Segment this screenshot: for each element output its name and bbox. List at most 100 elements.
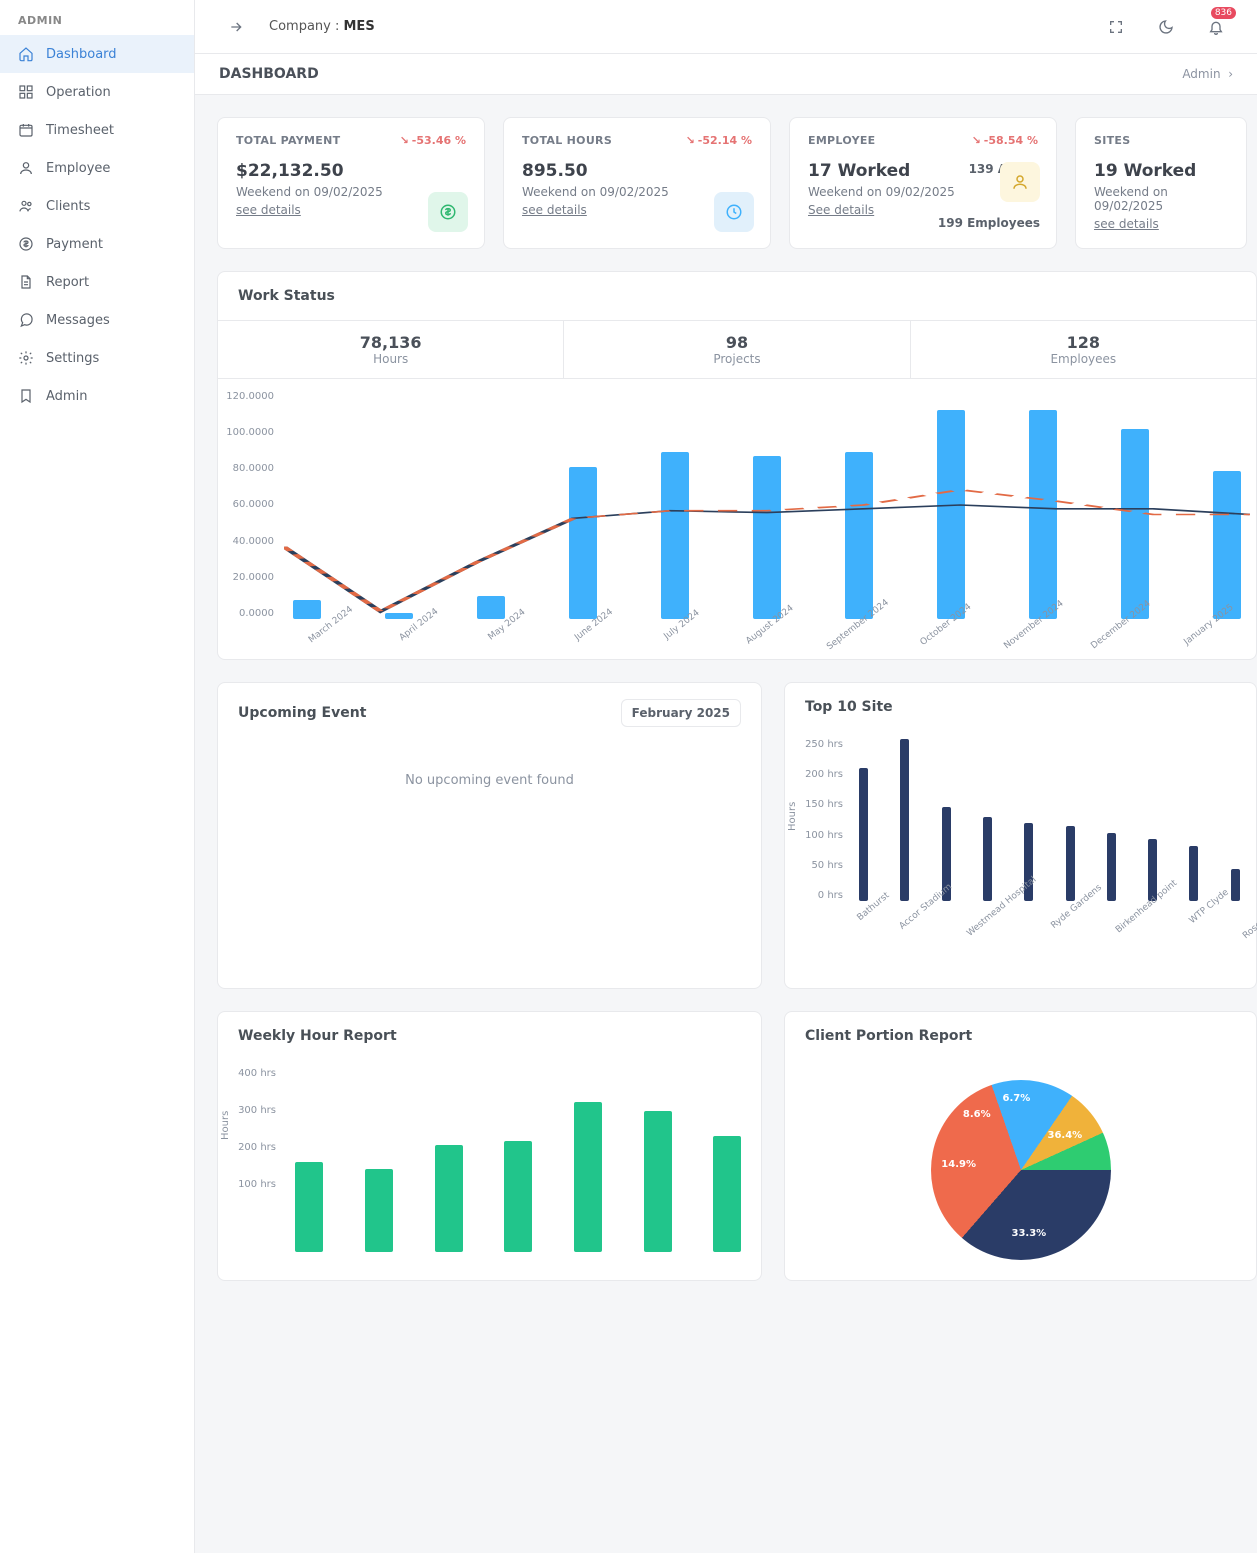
- sidebar-item-label: Settings: [46, 351, 99, 366]
- clock-icon: [714, 192, 754, 232]
- topbar: Company : MES 836: [195, 0, 1257, 54]
- panel-title: Client Portion Report: [805, 1028, 972, 1044]
- sidebar-item-label: Employee: [46, 161, 110, 176]
- pie-label: 6.7%: [1003, 1093, 1031, 1104]
- dollar-icon: [428, 192, 468, 232]
- stat-value: $22,132.50: [236, 161, 466, 181]
- fullscreen-icon[interactable]: [1099, 10, 1133, 44]
- page-header: DASHBOARD Admin ›: [195, 54, 1257, 95]
- bell-icon[interactable]: 836: [1199, 10, 1233, 44]
- stat-extra: 199 Employees: [938, 216, 1040, 230]
- bar: [983, 817, 992, 901]
- work-status-tabs: 78,136Hours98Projects128Employees: [218, 320, 1256, 379]
- bar: [900, 739, 909, 901]
- weekly-hour-card: Weekly Hour Report Hours 400 hrs300 hrs2…: [217, 1011, 762, 1281]
- tab-label: Hours: [218, 352, 563, 366]
- stat-delta: ↘ -53.46 %: [400, 134, 466, 147]
- bar: [1189, 846, 1198, 901]
- breadcrumb[interactable]: Admin ›: [1182, 67, 1233, 81]
- pie-label: 8.6%: [963, 1109, 991, 1120]
- stat-sites: SITES 19 Worked Weekend on 09/02/2025 se…: [1075, 117, 1247, 249]
- sidebar-item-label: Payment: [46, 237, 103, 252]
- period-select[interactable]: February 2025: [621, 699, 741, 727]
- sidebar-nav: Dashboard Operation Timesheet Employee Clien…: [0, 35, 194, 415]
- chat-icon: [18, 312, 34, 328]
- stat-sub: Weekend on 09/02/2025: [1094, 185, 1228, 213]
- gear-icon: [18, 350, 34, 366]
- sidebar-item-report[interactable]: Report: [0, 263, 194, 301]
- work-status-tab[interactable]: 128Employees: [911, 321, 1256, 378]
- bar: [435, 1145, 463, 1252]
- bar: [859, 768, 868, 901]
- top10-site-card: Top 10 Site Hours 250 hrs200 hrs150 hrs1…: [784, 682, 1257, 989]
- company-prefix: Company :: [269, 19, 344, 34]
- moon-icon[interactable]: [1149, 10, 1183, 44]
- tab-value: 98: [564, 333, 909, 352]
- sidebar-item-employee[interactable]: Employee: [0, 149, 194, 187]
- work-status-tab[interactable]: 98Projects: [564, 321, 910, 378]
- sidebar-item-admin[interactable]: Admin: [0, 377, 194, 415]
- notification-badge: 836: [1211, 7, 1236, 19]
- sidebar-item-label: Messages: [46, 313, 110, 328]
- stat-value: 19 Worked: [1094, 161, 1228, 181]
- stat-row: TOTAL PAYMENT ↘ -53.46 % $22,132.50 Week…: [217, 117, 1257, 249]
- panel-title: Work Status: [218, 272, 1256, 320]
- company-name: MES: [344, 19, 375, 34]
- sidebar-item-label: Admin: [46, 389, 87, 404]
- stat-delta: ↘ -58.54 %: [972, 134, 1038, 147]
- panel-title: Upcoming Event: [238, 705, 366, 721]
- sidebar-item-settings[interactable]: Settings: [0, 339, 194, 377]
- bar: [295, 1162, 323, 1252]
- sidebar-item-label: Operation: [46, 85, 111, 100]
- see-details-link[interactable]: see details: [1094, 217, 1159, 231]
- see-details-link[interactable]: see details: [236, 203, 301, 217]
- see-details-link[interactable]: See details: [808, 203, 874, 217]
- sidebar-item-operation[interactable]: Operation: [0, 73, 194, 111]
- bar: [644, 1111, 672, 1252]
- tab-label: Employees: [911, 352, 1256, 366]
- sidebar-item-timesheet[interactable]: Timesheet: [0, 111, 194, 149]
- see-details-link[interactable]: see details: [522, 203, 587, 217]
- upcoming-event-card: Upcoming Event February 2025 No upcoming…: [217, 682, 762, 989]
- sidebar-item-label: Clients: [46, 199, 90, 214]
- pie-label: 36.4%: [1048, 1130, 1083, 1141]
- sidebar-item-label: Timesheet: [46, 123, 114, 138]
- stat-total-hours: TOTAL HOURS ↘ -52.14 % 895.50 Weekend on…: [503, 117, 771, 249]
- bar: [504, 1141, 532, 1252]
- sidebar-item-messages[interactable]: Messages: [0, 301, 194, 339]
- panel-title: Weekly Hour Report: [238, 1028, 397, 1044]
- stat-total-payment: TOTAL PAYMENT ↘ -53.46 % $22,132.50 Week…: [217, 117, 485, 249]
- work-status-chart: 120.0000100.000080.000060.000040.000020.…: [218, 379, 1256, 659]
- client-portion-chart: 36.4%33.3%14.9%8.6%6.7%: [785, 1060, 1256, 1280]
- stat-delta: ↘ -52.14 %: [686, 134, 752, 147]
- sidebar-item-dashboard[interactable]: Dashboard: [0, 35, 194, 73]
- sidebar-item-label: Dashboard: [46, 47, 117, 62]
- dollar-icon: [18, 236, 34, 252]
- file-icon: [18, 274, 34, 290]
- tab-value: 78,136: [218, 333, 563, 352]
- tab-value: 128: [911, 333, 1256, 352]
- client-portion-card: Client Portion Report 36.4%33.3%14.9%8.6…: [784, 1011, 1257, 1281]
- users-icon: [18, 198, 34, 214]
- pie-label: 33.3%: [1012, 1228, 1047, 1239]
- work-status-card: Work Status 78,136Hours98Projects128Empl…: [217, 271, 1257, 660]
- tab-label: Projects: [564, 352, 909, 366]
- stat-label: SITES: [1094, 134, 1130, 147]
- panel-title: Top 10 Site: [805, 699, 893, 715]
- company-label: Company : MES: [269, 19, 375, 34]
- sidebar-section-label: ADMIN: [0, 0, 194, 35]
- sidebar-item-clients[interactable]: Clients: [0, 187, 194, 225]
- grid-icon: [18, 84, 34, 100]
- user-icon: [18, 160, 34, 176]
- sidebar-item-label: Report: [46, 275, 89, 290]
- stat-label: EMPLOYEE: [808, 134, 876, 147]
- home-icon: [18, 46, 34, 62]
- stat-label: TOTAL PAYMENT: [236, 134, 340, 147]
- sidebar: ADMIN Dashboard Operation Timesheet Employe…: [0, 0, 195, 1553]
- work-status-tab[interactable]: 78,136Hours: [218, 321, 564, 378]
- bar: [365, 1169, 393, 1252]
- sidebar-item-payment[interactable]: Payment: [0, 225, 194, 263]
- arrow-right-icon[interactable]: [219, 10, 253, 44]
- empty-message: No upcoming event found: [218, 743, 761, 818]
- bar: [1107, 833, 1116, 901]
